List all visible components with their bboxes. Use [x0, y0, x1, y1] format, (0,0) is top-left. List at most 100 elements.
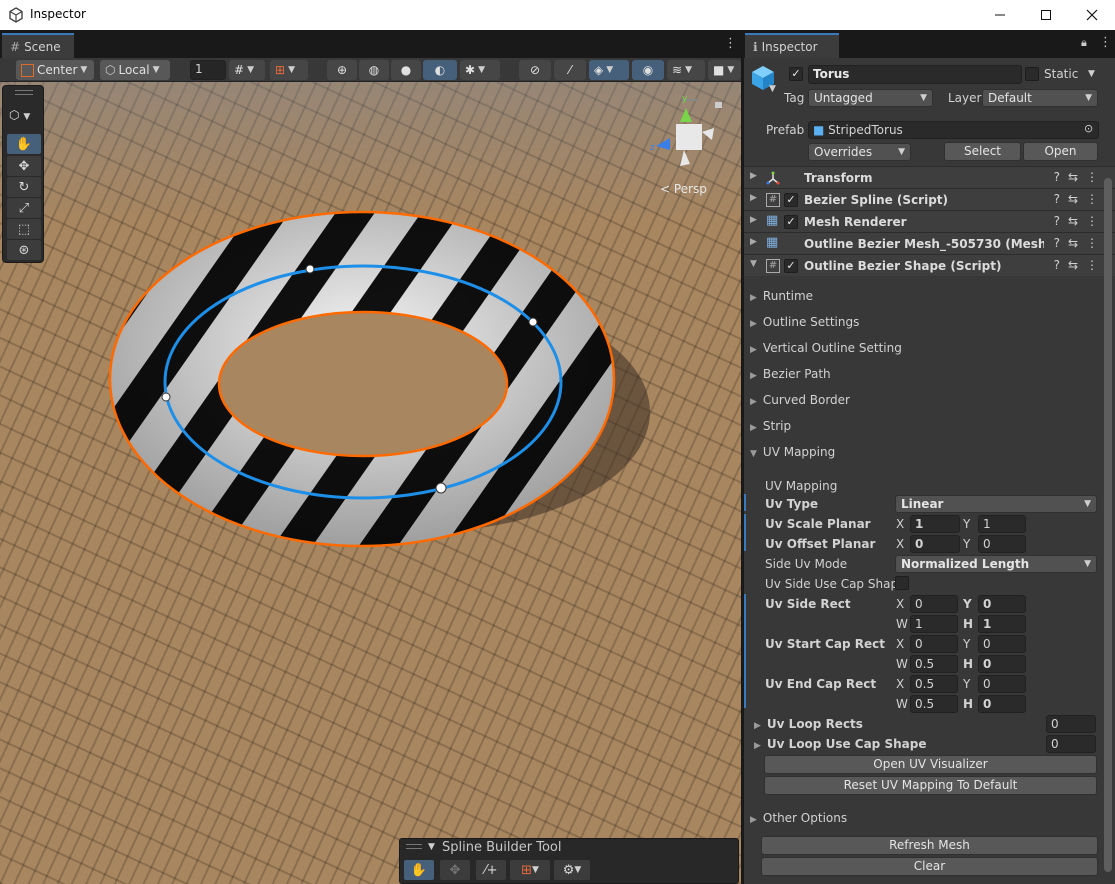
component-bezier-spline[interactable]: ▶ # ✓ Bezier Spline (Script) ?⇆⋮ — [744, 188, 1115, 210]
preset-icon[interactable]: ⇆ — [1068, 258, 1086, 272]
end-cap-y-input[interactable]: 0 — [978, 675, 1026, 693]
uv-scale-y-input[interactable]: 1 — [978, 515, 1026, 533]
gizmo-neg-y-axis[interactable] — [680, 150, 690, 166]
foldout-strip[interactable]: ▶ Strip — [750, 419, 791, 433]
grid-size-input[interactable]: 1 — [190, 60, 226, 80]
component-tools[interactable]: ?⇆⋮ — [1054, 170, 1106, 184]
uv-scale-x-input[interactable]: 1 — [910, 515, 960, 533]
uv-loop-cap-size[interactable]: 0 — [1046, 735, 1096, 753]
drag-handle-icon[interactable] — [406, 844, 422, 849]
transform-tool-button[interactable]: ⊛ — [7, 240, 41, 260]
minimize-button[interactable] — [977, 0, 1023, 30]
close-button[interactable] — [1069, 0, 1115, 30]
static-dropdown-caret[interactable]: ▼ — [1088, 69, 1095, 79]
shaded-button[interactable]: ● — [391, 60, 421, 80]
foldout-outline-settings[interactable]: ▶ Outline Settings — [750, 315, 859, 329]
orientation-gizmo[interactable]: y z — [640, 88, 740, 183]
preset-icon[interactable]: ⇆ — [1068, 214, 1086, 228]
component-tools[interactable]: ?⇆⋮ — [1054, 236, 1106, 250]
preset-icon[interactable]: ⇆ — [1068, 192, 1086, 206]
rect-tool-button[interactable]: ⬚ — [7, 219, 41, 239]
expand-arrow-icon[interactable]: ▶ — [750, 171, 757, 181]
component-mesh-renderer[interactable]: ▶ ▦ ✓ Mesh Renderer ?⇆⋮ — [744, 210, 1115, 232]
spline-add-point-button[interactable]: ⁄+ — [476, 860, 506, 880]
scene-viewport[interactable]: y z — [0, 82, 741, 884]
end-cap-w-input[interactable]: 0.5 — [910, 695, 958, 713]
uv-loop-rects-foldout[interactable]: ▶ Uv Loop Rects — [754, 717, 863, 731]
uv-type-dropdown[interactable]: Linear ▼ — [895, 495, 1097, 513]
object-name-input[interactable]: Torus — [808, 65, 1022, 84]
side-rect-w-input[interactable]: 1 — [910, 615, 958, 633]
scale-tool-button[interactable]: ⤢ — [7, 198, 41, 218]
prefab-asset-field[interactable]: ■ StripedTorus — [808, 121, 1099, 139]
more-menu-icon[interactable]: ⋮ — [1099, 35, 1112, 50]
camera-dropdown[interactable]: ■ ▼ — [708, 60, 741, 80]
maximize-button[interactable] — [1023, 0, 1069, 30]
component-mesh-filter[interactable]: ▶ ▦ Outline Bezier Mesh_-505730 (Mesh Fi… — [744, 232, 1115, 254]
side-rect-h-input[interactable]: 1 — [978, 615, 1026, 633]
foldout-vertical-outline[interactable]: ▶ Vertical Outline Setting — [750, 341, 902, 355]
spline-knot[interactable] — [528, 317, 538, 327]
foldout-bezier-path[interactable]: ▶ Bezier Path — [750, 367, 831, 381]
tag-dropdown[interactable]: Untagged ▼ — [808, 89, 933, 107]
spline-settings-dropdown[interactable]: ⚙ ▼ — [554, 860, 590, 880]
end-cap-h-input[interactable]: 0 — [978, 695, 1026, 713]
wireframe-shading-button[interactable]: ⊕ — [327, 60, 357, 80]
drag-handle-icon[interactable] — [15, 90, 33, 95]
shaded-wireframe-button[interactable]: ◍ — [359, 60, 389, 80]
preset-icon[interactable]: ⇆ — [1068, 236, 1086, 250]
debug-draw-mode-button[interactable]: ✱ ▼ — [460, 60, 500, 80]
increment-snap-button[interactable]: ⊞ ▼ — [270, 60, 308, 80]
preset-icon[interactable]: ⇆ — [1068, 170, 1086, 184]
lock-icon[interactable]: 🔒︎ — [1081, 36, 1087, 50]
active-checkbox[interactable]: ✓ — [789, 67, 803, 81]
start-cap-w-input[interactable]: 0.5 — [910, 655, 958, 673]
clear-button[interactable]: Clear — [761, 857, 1098, 876]
tool-context-dropdown[interactable]: ⬡ ▼ — [9, 108, 30, 122]
overrides-dropdown[interactable]: Overrides ▼ — [808, 143, 911, 161]
reset-uv-mapping-button[interactable]: Reset UV Mapping To Default — [764, 776, 1097, 795]
help-icon[interactable]: ? — [1054, 258, 1068, 272]
icon-dropdown-caret[interactable]: ▼ — [769, 84, 776, 94]
gizmo-y-axis[interactable] — [680, 108, 692, 122]
spline-snap-dropdown[interactable]: ⊞ ▼ — [510, 860, 550, 880]
more-menu-icon[interactable]: ⋮ — [1086, 258, 1106, 272]
scene-visibility-button[interactable]: ◉ — [632, 60, 664, 80]
start-cap-y-input[interactable]: 0 — [978, 635, 1026, 653]
pivot-rotation-dropdown[interactable]: ⬡ Local ▼ — [100, 60, 170, 80]
spline-view-tool-button[interactable]: ✋ — [404, 860, 434, 880]
more-menu-icon[interactable]: ⋮ — [1086, 170, 1106, 184]
more-menu-icon[interactable]: ⋮ — [1086, 236, 1106, 250]
layer-dropdown[interactable]: Default ▼ — [982, 89, 1098, 107]
component-outline-bezier-shape[interactable]: ▼ # ✓ Outline Bezier Shape (Script) ?⇆⋮ — [744, 254, 1115, 276]
static-checkbox[interactable] — [1025, 67, 1039, 81]
gizmo-x-axis[interactable] — [702, 128, 714, 140]
move-tool-button[interactable]: ✥ — [7, 156, 41, 176]
foldout-curved-border[interactable]: ▶ Curved Border — [750, 393, 850, 407]
expand-arrow-icon[interactable]: ▶ — [750, 237, 757, 247]
layers-dropdown[interactable]: ≋ ▼ — [667, 60, 705, 80]
foldout-other-options[interactable]: ▶ Other Options — [750, 811, 847, 825]
gizmo-z-axis[interactable] — [656, 138, 670, 150]
more-menu-icon[interactable]: ⋮ — [1086, 214, 1106, 228]
spline-knot[interactable] — [435, 482, 447, 494]
rotate-tool-button[interactable]: ↻ — [7, 177, 41, 197]
end-cap-x-input[interactable]: 0.5 — [910, 675, 958, 693]
tab-inspector[interactable]: ℹ Inspector — [745, 33, 839, 58]
side-use-cap-checkbox[interactable] — [895, 576, 909, 590]
more-menu-icon[interactable]: ⋮ — [1086, 192, 1106, 206]
more-menu-icon[interactable]: ⋮ — [724, 36, 737, 51]
object-picker-icon[interactable]: ⊙ — [1084, 122, 1093, 135]
help-icon[interactable]: ? — [1054, 236, 1068, 250]
unlit-button[interactable]: ◐ — [423, 60, 457, 80]
component-enabled-checkbox[interactable]: ✓ — [784, 215, 798, 229]
spline-knot[interactable] — [161, 392, 171, 402]
refresh-mesh-button[interactable]: Refresh Mesh — [761, 836, 1098, 855]
component-tools[interactable]: ?⇆⋮ — [1054, 258, 1106, 272]
spline-move-button[interactable]: ✥ — [440, 860, 470, 880]
side-uv-mode-dropdown[interactable]: Normalized Length ▼ — [895, 555, 1097, 573]
uv-offset-y-input[interactable]: 0 — [978, 535, 1026, 553]
component-enabled-checkbox[interactable]: ✓ — [784, 193, 798, 207]
2d-toggle-button[interactable]: ⊘ — [519, 60, 551, 80]
prefab-select-button[interactable]: Select — [944, 142, 1021, 161]
